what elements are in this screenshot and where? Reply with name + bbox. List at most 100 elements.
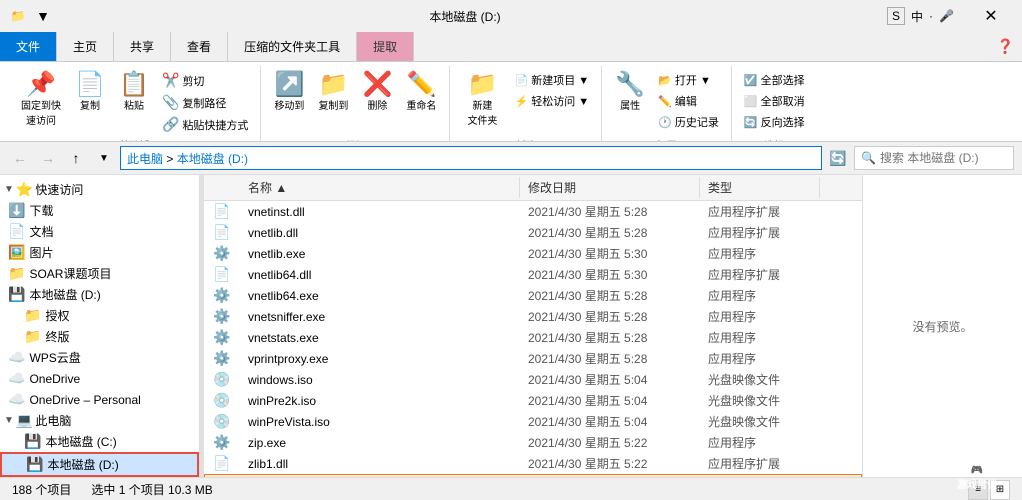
col-header-name[interactable]: 名称 ▲ <box>240 177 520 198</box>
ribbon-copyto-btn[interactable]: 📁 复制到 <box>313 70 353 115</box>
ribbon-paste-btn[interactable]: 📋 粘贴 <box>114 70 154 115</box>
breadcrumb-drive[interactable]: 本地磁盘 (D:) <box>177 152 248 166</box>
table-row[interactable]: 💿 winPre2k.iso 2021/4/30 星期五 5:04 光盘映像文件 <box>204 390 862 411</box>
ribbon-easyaccess-btn[interactable]: ⚡ 轻松访问 ▼ <box>510 91 593 111</box>
file-cell-date: 2021/4/30 星期五 5:30 <box>520 265 700 284</box>
file-cell-name: vnetsniffer.exe <box>240 309 520 325</box>
help-icon[interactable]: ❓ <box>989 32 1022 61</box>
file-row-icon: 📄 <box>204 203 240 220</box>
tab-share[interactable]: 共享 <box>114 32 171 61</box>
ime-zh[interactable]: 中 <box>911 8 923 25</box>
sidebar-section-quick[interactable]: ▼ ⭐ 快速访问 <box>0 179 199 200</box>
table-row[interactable]: 📄 vnetlib64.dll 2021/4/30 星期五 5:30 应用程序扩… <box>204 264 862 285</box>
rename-icon: ✏️ <box>406 73 436 97</box>
table-row[interactable]: 📄 zlib1.dll 2021/4/30 星期五 5:22 应用程序扩展 <box>204 453 862 474</box>
ribbon-copy-btn[interactable]: 📄 复制 <box>70 70 110 115</box>
table-row[interactable]: ⚙️ zip.exe 2021/4/30 星期五 5:22 应用程序 <box>204 432 862 453</box>
ribbon-move-btn[interactable]: ↗️ 移动到 <box>269 70 309 115</box>
table-row[interactable]: 💿 windows.iso 2021/4/30 星期五 5:04 光盘映像文件 <box>204 369 862 390</box>
quick-access-btn[interactable]: ▼ <box>32 5 54 27</box>
file-row-icon: 💿 <box>204 413 240 430</box>
sidebar-item-wps[interactable]: ☁️ WPS云盘 <box>0 347 199 368</box>
ribbon-selectall-btn[interactable]: ☑️ 全部选择 <box>740 70 809 90</box>
sidebar-section-thispc[interactable]: ▼ 💻 此电脑 <box>0 410 199 431</box>
file-row-icon: 📄 <box>204 455 240 472</box>
search-box[interactable]: 🔍 <box>854 146 1014 170</box>
file-area: 名称 ▲ 修改日期 类型 📄 vnetinst.dll 2021/4/30 星期… <box>204 175 862 477</box>
up-button[interactable]: ↑ <box>64 146 88 170</box>
col-header-type[interactable]: 类型 <box>700 177 820 198</box>
file-cell-name: vnetlib.dll <box>240 225 520 241</box>
file-cell-name: winPreVista.iso <box>240 414 520 430</box>
file-row-icon: 📄 <box>204 266 240 283</box>
ribbon-invertselect-btn[interactable]: 🔄 反向选择 <box>740 112 809 132</box>
tab-extract[interactable]: 提取 <box>357 32 414 61</box>
ribbon-cut-btn[interactable]: ✂️ 剪切 <box>158 70 252 91</box>
sidebar-item-final[interactable]: 📁 终版 <box>0 326 199 347</box>
ribbon-newfolder-btn[interactable]: 📁 新建文件夹 <box>458 70 506 130</box>
file-cell-date: 2021/4/30 星期五 5:28 <box>520 307 700 326</box>
ribbon-rename-btn[interactable]: ✏️ 重命名 <box>401 70 441 115</box>
ribbon-delete-btn[interactable]: ❌ 删除 <box>357 70 397 115</box>
file-cell-type: 应用程序 <box>700 244 820 263</box>
ribbon-props-btn[interactable]: 🔧 属性 <box>610 70 650 115</box>
ribbon-newitem-btn[interactable]: 📄 新建项目 ▼ <box>510 70 593 90</box>
sidebar-item-docs[interactable]: 📄 文档 <box>0 221 199 242</box>
forward-button[interactable]: → <box>36 146 60 170</box>
ime-mic[interactable]: 🎤 <box>939 9 954 23</box>
ribbon-copy-path-btn[interactable]: 📎 复制路径 <box>158 92 252 113</box>
sidebar-item-d-quick[interactable]: 💾 本地磁盘 (D:) <box>0 284 199 305</box>
ribbon-group-open: 🔧 属性 📂 打开 ▼ ✏️ 编辑 🕐 历史记录 打开 <box>602 66 732 142</box>
quick-access-toolbar: ▼ <box>32 5 54 27</box>
refresh-button[interactable]: 🔄 <box>826 146 850 170</box>
back-button[interactable]: ← <box>8 146 32 170</box>
sidebar-item-pictures[interactable]: 🖼️ 图片 <box>0 242 199 263</box>
sidebar-item-onedrive-personal[interactable]: ☁️ OneDrive – Personal <box>0 389 199 410</box>
copy-path-icon: 📎 <box>162 94 179 111</box>
file-cell-date: 2021/4/30 星期五 5:30 <box>520 244 700 263</box>
file-row-icon: ⚙️ <box>204 308 240 325</box>
table-row[interactable]: ⚙️ vprintproxy.exe 2021/4/30 星期五 5:28 应用… <box>204 348 862 369</box>
overlay-label: 游戏常谈 <box>957 476 997 491</box>
file-cell-type: 应用程序 <box>700 349 820 368</box>
tab-file[interactable]: 文件 <box>0 32 57 61</box>
sidebar-item-auth[interactable]: 📁 授权 <box>0 305 199 326</box>
sidebar-item-soar[interactable]: 📁 SOAR课题项目 <box>0 263 199 284</box>
ribbon-paste-shortcut-btn[interactable]: 🔗 粘贴快捷方式 <box>158 114 252 135</box>
tab-compress[interactable]: 压缩的文件夹工具 <box>228 32 357 61</box>
title-bar: 📁 ▼ 本地磁盘 (D:) S 中 · 🎤 ─ □ ✕ <box>0 0 1022 32</box>
table-row[interactable]: 🗜️ curl-8.0.1_9-win64-mingw.zip 2023/5/1… <box>204 474 862 477</box>
table-row[interactable]: ⚙️ vnetlib64.exe 2021/4/30 星期五 5:28 应用程序 <box>204 285 862 306</box>
ribbon-pin-btn[interactable]: 📌 固定到快速访问 <box>16 70 66 130</box>
tab-view[interactable]: 查看 <box>171 32 228 61</box>
ribbon: 📌 固定到快速访问 📄 复制 📋 粘贴 ✂️ 剪切 <box>0 62 1022 142</box>
col-header-date[interactable]: 修改日期 <box>520 177 700 198</box>
file-cell-date: 2021/4/30 星期五 5:28 <box>520 286 700 305</box>
ribbon-selectnone-btn[interactable]: ⬜ 全部取消 <box>740 91 809 111</box>
tab-home[interactable]: 主页 <box>57 32 114 61</box>
table-row[interactable]: ⚙️ vnetstats.exe 2021/4/30 星期五 5:28 应用程序 <box>204 327 862 348</box>
sidebar-item-download[interactable]: ⬇️ 下载 <box>0 200 199 221</box>
breadcrumb-computer[interactable]: 此电脑 <box>127 152 163 166</box>
ribbon-edit-btn[interactable]: ✏️ 编辑 <box>654 91 723 111</box>
sidebar-item-d[interactable]: 💾 本地磁盘 (D:) <box>0 452 199 477</box>
file-cell-date: 2021/4/30 星期五 5:22 <box>520 433 700 452</box>
down-arrow-button[interactable]: ▼ <box>92 146 116 170</box>
ime-lang[interactable]: S <box>887 7 905 25</box>
sidebar-item-c[interactable]: 💾 本地磁盘 (C:) <box>0 431 199 452</box>
address-box[interactable]: 此电脑 > 本地磁盘 (D:) <box>120 146 822 170</box>
table-row[interactable]: 📄 vnetinst.dll 2021/4/30 星期五 5:28 应用程序扩展 <box>204 201 862 222</box>
close-button[interactable]: ✕ <box>968 0 1014 32</box>
address-path: 此电脑 > 本地磁盘 (D:) <box>127 150 248 167</box>
search-input[interactable] <box>880 151 1007 165</box>
ribbon-open-btn[interactable]: 📂 打开 ▼ <box>654 70 723 90</box>
copy-icon: 📄 <box>75 73 105 97</box>
sidebar-item-onedrive[interactable]: ☁️ OneDrive <box>0 368 199 389</box>
ribbon-history-btn[interactable]: 🕐 历史记录 <box>654 112 723 132</box>
table-row[interactable]: 💿 winPreVista.iso 2021/4/30 星期五 5:04 光盘映… <box>204 411 862 432</box>
table-row[interactable]: ⚙️ vnetlib.exe 2021/4/30 星期五 5:30 应用程序 <box>204 243 862 264</box>
table-row[interactable]: 📄 vnetlib.dll 2021/4/30 星期五 5:28 应用程序扩展 <box>204 222 862 243</box>
file-cell-date: 2021/4/30 星期五 5:04 <box>520 412 700 431</box>
table-row[interactable]: ⚙️ vnetsniffer.exe 2021/4/30 星期五 5:28 应用… <box>204 306 862 327</box>
file-cell-name: vnetinst.dll <box>240 204 520 220</box>
